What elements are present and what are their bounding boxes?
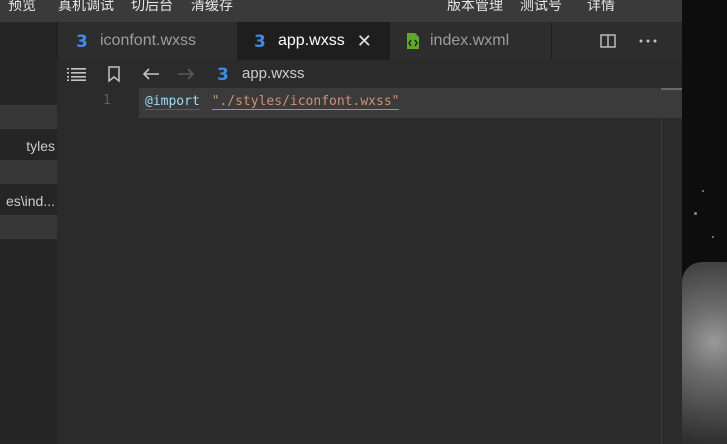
breadcrumb-file-icon: 3 bbox=[215, 60, 233, 88]
split-editor-button[interactable] bbox=[594, 22, 622, 60]
moon-image bbox=[682, 262, 727, 444]
line-number: 1 bbox=[103, 93, 111, 108]
css-icon: 3 bbox=[217, 65, 229, 83]
background-photo bbox=[682, 0, 727, 444]
arrow-right-icon bbox=[178, 68, 195, 80]
wxml-icon bbox=[407, 33, 419, 49]
tab-app-wxss[interactable]: 3 app.wxss ✕ bbox=[238, 22, 390, 60]
quote-close: " bbox=[391, 94, 400, 110]
tab-label: iconfont.wxss bbox=[100, 32, 197, 49]
menu-test-account[interactable]: 测试号 bbox=[520, 0, 562, 15]
bookmark-icon bbox=[108, 65, 120, 83]
explorer-row[interactable]: tyles bbox=[0, 134, 57, 158]
import-keyword: @import bbox=[145, 94, 200, 110]
code-line[interactable]: @import "./styles/iconfont.wxss" bbox=[145, 94, 400, 110]
bookmark-button[interactable] bbox=[107, 60, 121, 88]
css-icon: 3 bbox=[254, 32, 266, 50]
import-path-link[interactable]: ./styles/iconfont.wxss bbox=[219, 94, 392, 110]
star-dot bbox=[694, 212, 697, 215]
explorer-row[interactable] bbox=[0, 160, 57, 184]
list-icon bbox=[67, 68, 86, 81]
explorer-row[interactable] bbox=[0, 215, 57, 239]
menu-background[interactable]: 切后台 bbox=[131, 0, 173, 15]
breadcrumb-bar: 3 app.wxss bbox=[57, 60, 682, 88]
arrow-left-icon bbox=[142, 68, 159, 80]
explorer-row[interactable]: es\ind... bbox=[0, 189, 57, 213]
menu-details[interactable]: 详情 bbox=[587, 0, 615, 15]
menu-clear-cache[interactable]: 清缓存 bbox=[191, 0, 233, 15]
breadcrumb-file-name[interactable]: app.wxss bbox=[242, 60, 305, 88]
vertical-scrollbar[interactable] bbox=[661, 88, 662, 444]
explorer-row-label: es\ind... bbox=[5, 193, 55, 209]
split-editor-icon bbox=[600, 34, 616, 48]
menu-preview[interactable]: 预览 bbox=[8, 0, 36, 15]
ellipsis-icon bbox=[639, 39, 657, 43]
overview-ruler-marker bbox=[661, 88, 682, 90]
top-toolbar: 预览 真机调试 切后台 清缓存 版本管理 测试号 详情 bbox=[0, 0, 682, 22]
outline-button[interactable] bbox=[67, 60, 87, 88]
explorer-row[interactable] bbox=[0, 105, 57, 129]
tab-label: app.wxss bbox=[278, 32, 345, 49]
forward-button[interactable] bbox=[177, 60, 195, 88]
explorer-row-label: tyles bbox=[26, 138, 55, 154]
css-icon: 3 bbox=[76, 32, 88, 50]
star-dot bbox=[702, 190, 704, 192]
editor-tab-bar: 3 iconfont.wxss 3 app.wxss ✕ index.wxml bbox=[57, 22, 682, 60]
svg-text:3: 3 bbox=[254, 32, 266, 50]
code-editor[interactable]: 1 @import "./styles/iconfont.wxss" bbox=[57, 88, 682, 444]
tab-label: index.wxml bbox=[430, 32, 510, 49]
menu-device-debug[interactable]: 真机调试 bbox=[58, 0, 114, 15]
explorer-panel: tyles es\ind... bbox=[0, 22, 57, 444]
star-dot bbox=[712, 236, 714, 238]
back-button[interactable] bbox=[142, 60, 160, 88]
tab-index-wxml[interactable]: index.wxml bbox=[390, 22, 552, 60]
more-actions-button[interactable] bbox=[634, 22, 662, 60]
tab-iconfont-wxss[interactable]: 3 iconfont.wxss bbox=[58, 22, 238, 60]
svg-text:3: 3 bbox=[217, 65, 229, 83]
menu-version-control[interactable]: 版本管理 bbox=[447, 0, 503, 15]
svg-text:3: 3 bbox=[76, 32, 88, 50]
close-icon[interactable]: ✕ bbox=[357, 31, 372, 52]
